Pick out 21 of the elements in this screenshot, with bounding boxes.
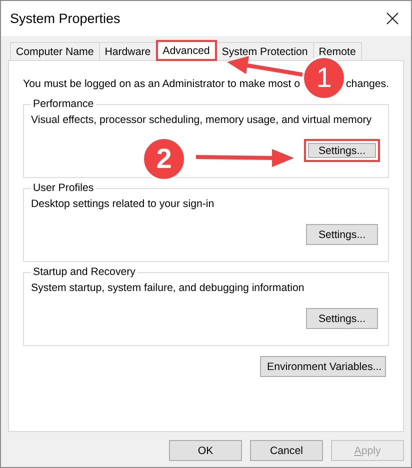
arrow-icon: [196, 149, 296, 169]
group-title: User Profiles: [32, 182, 95, 194]
group-title: Performance: [32, 98, 95, 110]
environment-variables-button[interactable]: Environment Variables...: [260, 356, 386, 377]
dialog-button[interactable]: Cancel: [250, 440, 323, 461]
notice-text: You must be logged on as an Administrator to make most o: [23, 78, 300, 90]
tab[interactable]: Advanced: [156, 40, 217, 61]
close-icon[interactable]: [386, 12, 399, 25]
group-description: Desktop settings related to your sign-in: [31, 198, 216, 210]
window-title: System Properties: [10, 11, 120, 26]
group-description: Visual effects, processor scheduling, memory usage, and virtual memory: [31, 114, 373, 126]
settings-button[interactable]: Settings...: [306, 224, 378, 245]
tab[interactable]: Computer Name: [10, 42, 100, 60]
notice-text: changes.: [346, 78, 389, 90]
group-title: Startup and Recovery: [32, 266, 136, 278]
settings-button[interactable]: Settings...: [304, 139, 380, 162]
tab[interactable]: Remote: [312, 42, 362, 60]
group-description: System startup, system failure, and debugging information: [31, 282, 306, 294]
tab[interactable]: System Protection: [216, 42, 314, 60]
dialog-button[interactable]: OK: [169, 440, 242, 461]
settings-button[interactable]: Settings...: [306, 308, 378, 329]
